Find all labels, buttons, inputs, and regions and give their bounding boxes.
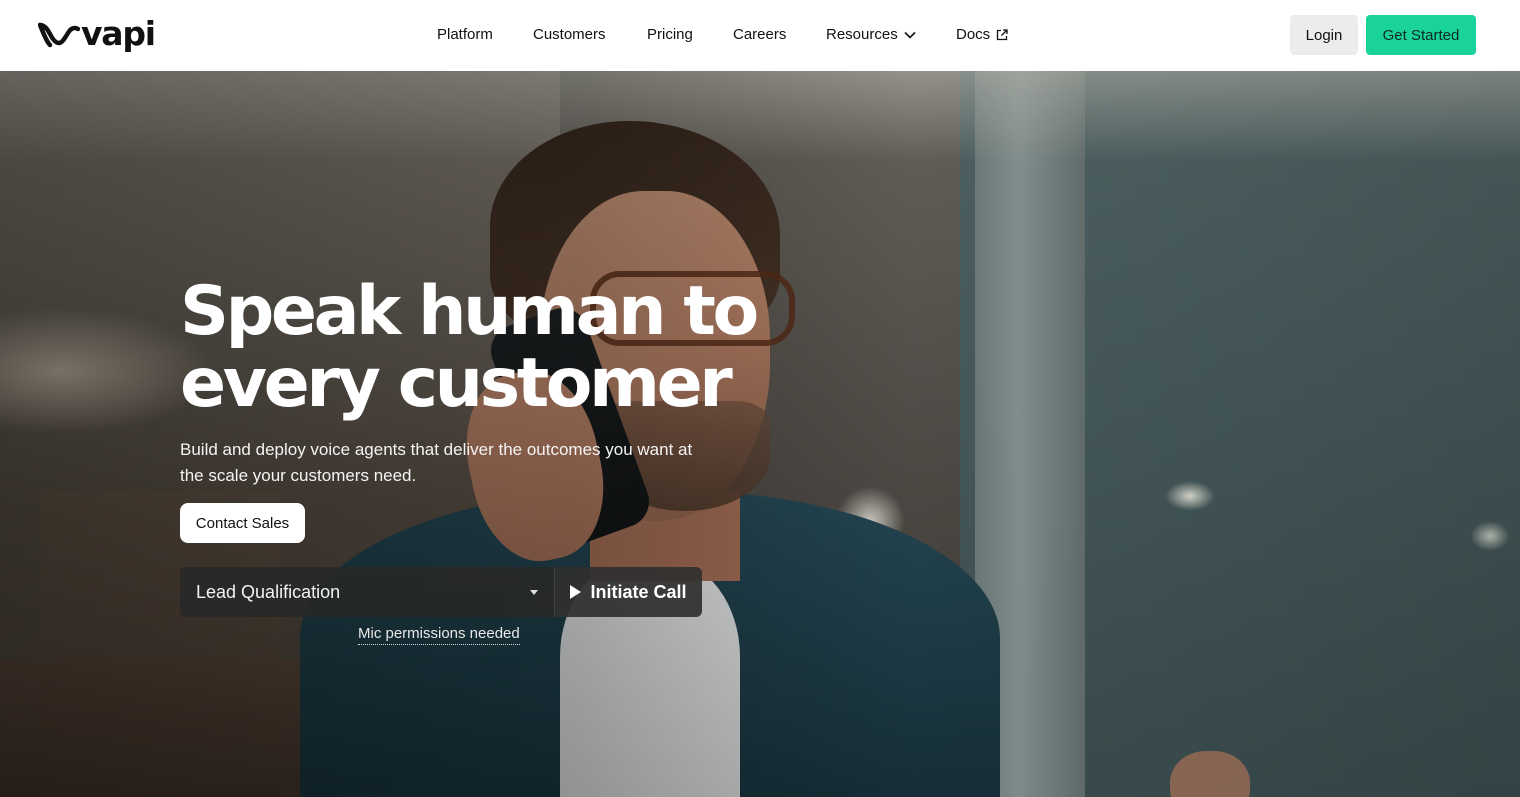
use-case-select[interactable]: Lead Qualification bbox=[180, 567, 554, 617]
nav-label: Resources bbox=[826, 26, 898, 43]
site-header: vapi Platform Customers Pricing Careers … bbox=[0, 0, 1520, 71]
nav-resources[interactable]: Resources bbox=[826, 25, 916, 45]
get-started-button[interactable]: Get Started bbox=[1366, 15, 1476, 55]
nav-label: Platform bbox=[437, 26, 493, 43]
initiate-call-label: Initiate Call bbox=[590, 581, 687, 602]
hero-overlay bbox=[0, 71, 1520, 797]
nav-label: Careers bbox=[733, 26, 787, 43]
nav-careers[interactable]: Careers bbox=[733, 25, 786, 45]
hero-title-line: Speak human to bbox=[180, 272, 759, 351]
chevron-down-icon bbox=[904, 31, 916, 39]
mic-permissions-note[interactable]: Mic permissions needed bbox=[358, 625, 520, 645]
nav-label: Customers bbox=[533, 26, 606, 43]
hero-section bbox=[0, 71, 1520, 797]
nav-pricing[interactable]: Pricing bbox=[647, 25, 693, 45]
voice-demo-bar: Lead Qualification Initiate Call bbox=[180, 567, 702, 617]
caret-down-icon bbox=[530, 589, 538, 595]
nav-docs[interactable]: Docs bbox=[956, 25, 1008, 45]
hero-title-line: every customer bbox=[180, 344, 733, 423]
nav-label: Docs bbox=[956, 26, 991, 43]
contact-sales-button[interactable]: Contact Sales bbox=[180, 503, 305, 543]
hero-subtitle: Build and deploy voice agents that deliv… bbox=[180, 440, 693, 485]
external-link-icon bbox=[997, 29, 1008, 41]
play-icon bbox=[570, 585, 582, 599]
nav-platform[interactable]: Platform bbox=[437, 25, 493, 45]
nav-customers[interactable]: Customers bbox=[533, 25, 606, 45]
use-case-select-value: Lead Qualification bbox=[196, 581, 341, 602]
nav-label: Pricing bbox=[647, 26, 693, 43]
initiate-call-button[interactable]: Initiate Call bbox=[554, 567, 702, 617]
login-button[interactable]: Login bbox=[1290, 15, 1358, 55]
hero-title: Speak human to every customer bbox=[180, 276, 780, 420]
